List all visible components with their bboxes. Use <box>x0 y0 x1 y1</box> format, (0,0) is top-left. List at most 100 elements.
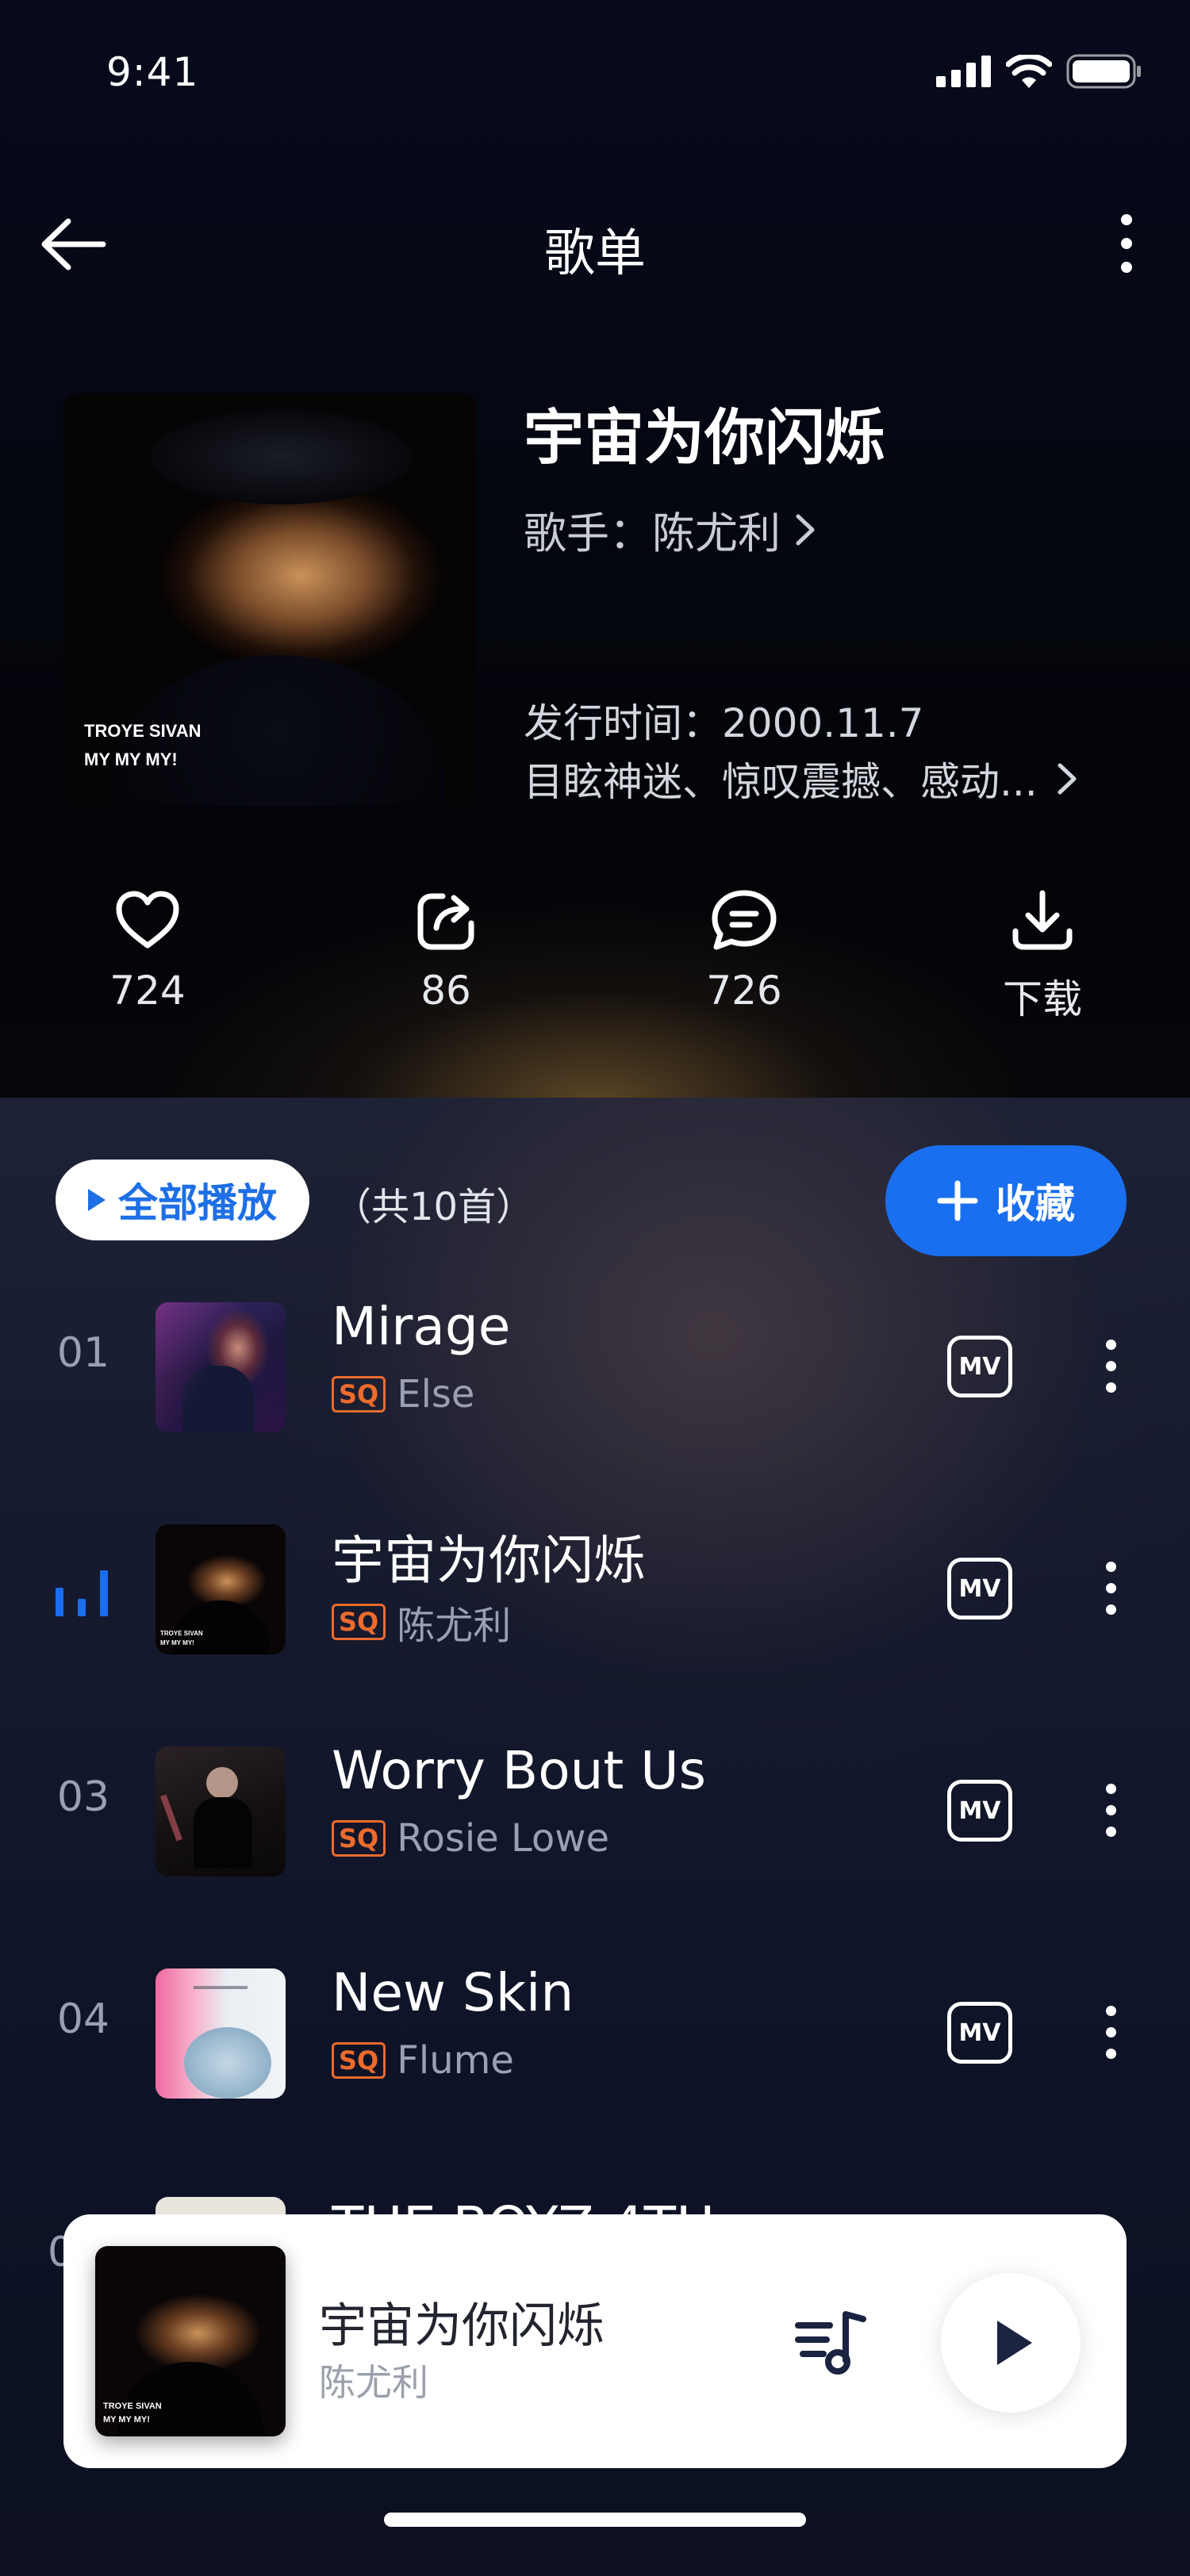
album-title: 宇宙为你闪烁 <box>524 402 885 473</box>
collect-button[interactable]: 收藏 <box>885 1145 1127 1256</box>
thumbnail-text-line <box>194 1986 248 1989</box>
cover-caption: TROYE SIVAN MY MY MY! <box>84 717 202 774</box>
play-all-label: 全部播放 <box>118 1180 277 1226</box>
share-count: 86 <box>420 968 471 1014</box>
song-row-playing[interactable]: TROYE SIVAN MY MY MY! 宇宙为你闪烁 SQ 陈尤利 MV <box>0 1512 1190 1670</box>
more-dot-icon <box>1105 2005 1116 2016</box>
now-playing-equalizer-icon <box>56 1569 108 1616</box>
album-cover: TROYE SIVAN MY MY MY! <box>63 393 476 806</box>
song-meta: SQ 陈尤利 <box>332 1594 511 1650</box>
sq-quality-badge: SQ <box>332 2042 386 2079</box>
album-tags-text: 目眩神迷、惊叹震撼、感动... <box>524 759 1038 805</box>
more-dot-icon <box>1121 262 1132 273</box>
thumbnail-light <box>155 1302 286 1432</box>
more-dot-icon <box>1105 1360 1116 1371</box>
play-all-button[interactable]: 全部播放 <box>56 1160 309 1240</box>
thumbnail-figure <box>206 1767 238 1799</box>
home-indicator <box>384 2513 806 2527</box>
release-date: 发行时间：2000.11.7 <box>524 700 924 746</box>
song-row[interactable]: 03 Worry Bout Us SQ Rosie Lowe MV <box>0 1734 1190 1892</box>
song-row[interactable]: 04 New Skin SQ Flume MV <box>0 1956 1190 2114</box>
equalizer-bar <box>78 1599 86 1616</box>
download-button[interactable]: 下载 <box>939 880 1146 1025</box>
status-icons <box>936 54 1142 89</box>
song-artist: Rosie Lowe <box>397 1816 609 1861</box>
mv-button[interactable]: MV <box>947 2002 1012 2064</box>
equalizer-bar <box>100 1570 108 1616</box>
song-title: Mirage <box>332 1296 511 1357</box>
album-artist-link[interactable]: 歌手：陈尤利 <box>524 498 817 561</box>
song-index: 04 <box>56 1995 110 2043</box>
song-artist: Flume <box>397 2038 514 2083</box>
cover-caption-line: TROYE SIVAN <box>84 721 202 741</box>
comment-icon <box>712 890 777 950</box>
song-thumbnail: TROYE SIVAN MY MY MY! <box>155 1524 286 1654</box>
song-more-button[interactable] <box>1088 1992 1133 2072</box>
cover-hair-shape <box>151 409 413 504</box>
song-meta: SQ Else <box>332 1372 474 1416</box>
more-dot-icon <box>1105 2026 1116 2037</box>
mv-button[interactable]: MV <box>947 1558 1012 1620</box>
mini-player-cover: TROYE SIVAN MY MY MY! <box>95 2246 286 2436</box>
play-icon <box>997 2321 1032 2365</box>
mini-cover-caption: TROYE SIVAN MY MY MY! <box>103 2400 162 2427</box>
share-button[interactable]: 86 <box>343 880 549 1014</box>
song-row[interactable]: 01 Mirage SQ Else MV <box>0 1290 1190 1448</box>
song-title: 宇宙为你闪烁 <box>332 1530 646 1591</box>
sq-quality-badge: SQ <box>332 1376 386 1413</box>
song-index: 03 <box>56 1773 110 1821</box>
thumbnail-figure <box>184 2027 271 2099</box>
wifi-icon <box>1006 55 1052 88</box>
status-time: 9:41 <box>106 49 199 95</box>
share-icon <box>417 893 474 950</box>
playlist-queue-button[interactable] <box>793 2302 873 2381</box>
album-tags-link[interactable]: 目眩神迷、惊叹震撼、感动... <box>524 750 1079 807</box>
song-thumbnail <box>155 1302 286 1432</box>
more-dot-icon <box>1105 1561 1116 1572</box>
song-artist: 陈尤利 <box>397 1604 512 1648</box>
song-title: New Skin <box>332 1962 574 2023</box>
more-dot-icon <box>1121 238 1132 249</box>
chevron-right-icon <box>796 514 815 545</box>
more-dot-icon <box>1105 1826 1116 1837</box>
like-count: 724 <box>109 968 186 1014</box>
playlist-queue-icon <box>795 2311 866 2375</box>
thumbnail-figure <box>194 1797 252 1869</box>
mv-button[interactable]: MV <box>947 1336 1012 1397</box>
song-artist: Else <box>397 1372 475 1416</box>
sq-quality-badge: SQ <box>332 1820 386 1857</box>
more-dot-icon <box>1105 1382 1116 1393</box>
download-label: 下载 <box>1003 976 1082 1022</box>
song-index: 01 <box>56 1329 110 1377</box>
song-title: Worry Bout Us <box>332 1740 706 1801</box>
like-button[interactable]: 724 <box>44 880 251 1014</box>
more-dot-icon <box>1105 1804 1116 1815</box>
cover-caption-line: MY MY MY! <box>84 749 178 769</box>
song-more-button[interactable] <box>1088 1548 1133 1627</box>
more-dot-icon <box>1105 1582 1116 1593</box>
play-icon <box>88 1189 106 1211</box>
song-more-button[interactable] <box>1088 1326 1133 1405</box>
heart-icon <box>116 891 179 949</box>
song-thumbnail <box>155 1746 286 1876</box>
more-options-button[interactable] <box>1103 208 1150 279</box>
play-button[interactable] <box>941 2273 1081 2413</box>
download-icon <box>1012 890 1073 950</box>
song-more-button[interactable] <box>1088 1770 1133 1850</box>
sq-quality-badge: SQ <box>332 1604 386 1640</box>
chevron-right-icon <box>1058 763 1077 795</box>
mini-player-title: 宇宙为你闪烁 <box>319 2298 605 2354</box>
plus-icon <box>937 1180 978 1221</box>
mini-player[interactable]: TROYE SIVAN MY MY MY! 宇宙为你闪烁 陈尤利 <box>63 2214 1127 2468</box>
mini-cover-caption-line: MY MY MY! <box>103 2415 150 2425</box>
album-artist-label: 歌手：陈尤利 <box>524 508 781 558</box>
mini-cover-caption-line: TROYE SIVAN <box>103 2402 162 2411</box>
equalizer-bar <box>56 1588 63 1616</box>
song-thumbnail <box>155 1968 286 2099</box>
thumbnail-script <box>159 1794 183 1842</box>
comment-button[interactable]: 726 <box>641 880 847 1014</box>
more-dot-icon <box>1105 2048 1116 2059</box>
collect-label: 收藏 <box>996 1181 1075 1227</box>
mv-button[interactable]: MV <box>947 1780 1012 1842</box>
battery-icon <box>1066 54 1141 89</box>
